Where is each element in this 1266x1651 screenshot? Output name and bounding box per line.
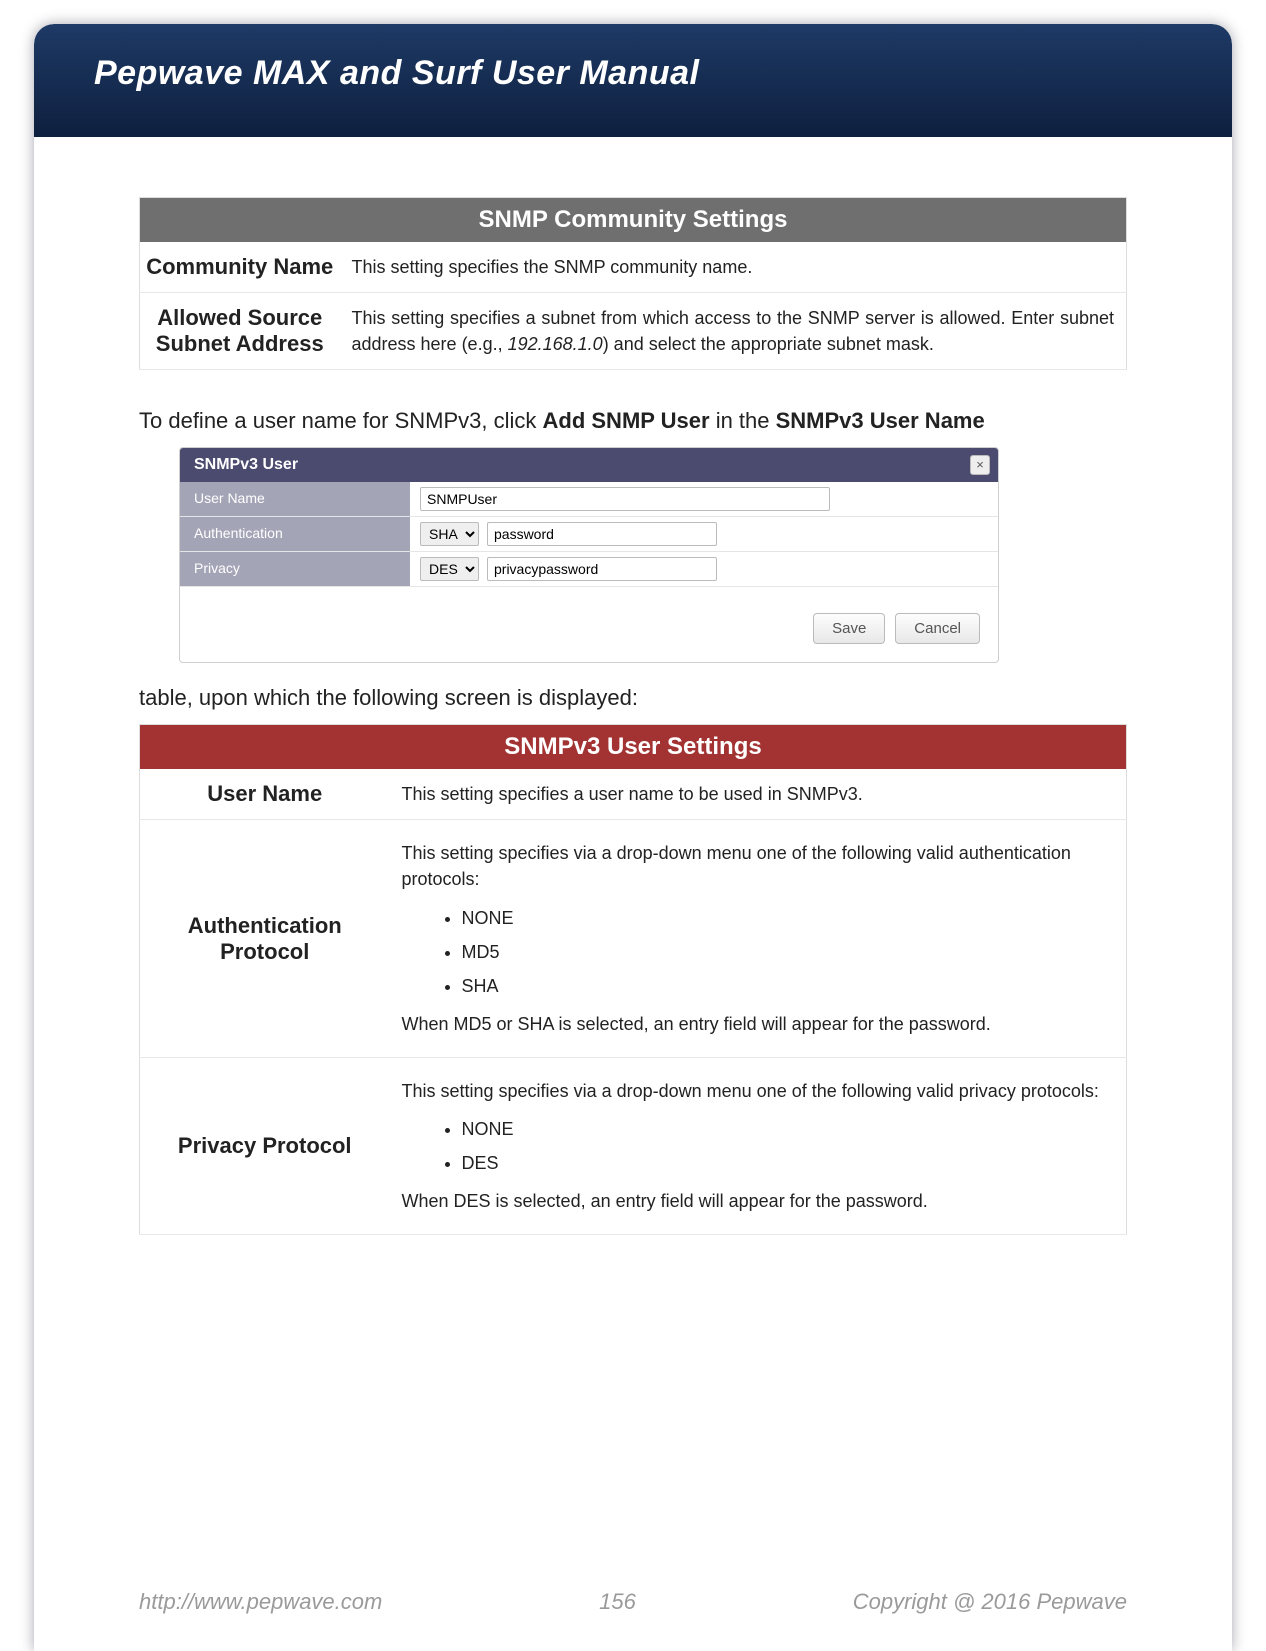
auth-protocol-desc: This setting specifies via a drop-down m… bbox=[390, 820, 1127, 1058]
dialog-row-authentication: Authentication SHA bbox=[180, 517, 998, 552]
page-header: Pepwave MAX and Surf User Manual bbox=[34, 24, 1232, 137]
privacy-note: When DES is selected, an entry field wil… bbox=[402, 1188, 1115, 1214]
table-row: Authentication Protocol This setting spe… bbox=[140, 820, 1127, 1058]
authentication-select[interactable]: SHA bbox=[420, 522, 479, 546]
list-item: NONE bbox=[462, 1112, 1115, 1146]
page-title: Pepwave MAX and Surf User Manual bbox=[94, 54, 1152, 93]
list-item: DES bbox=[462, 1146, 1115, 1180]
username-label: User Name bbox=[180, 482, 410, 516]
auth-note: When MD5 or SHA is selected, an entry fi… bbox=[402, 1011, 1115, 1037]
desc-example: 192.168.1.0 bbox=[508, 334, 603, 354]
privacy-password-input[interactable] bbox=[487, 557, 717, 581]
list-item: NONE bbox=[462, 901, 1115, 935]
dialog-button-row: Save Cancel bbox=[180, 587, 998, 652]
footer-page-number: 156 bbox=[599, 1589, 636, 1615]
user-name-desc: This setting specifies a user name to be… bbox=[390, 769, 1127, 820]
user-name-label: User Name bbox=[140, 769, 390, 820]
privacy-intro: This setting specifies via a drop-down m… bbox=[402, 1078, 1115, 1104]
allowed-source-desc: This setting specifies a subnet from whi… bbox=[340, 293, 1127, 370]
auth-intro: This setting specifies via a drop-down m… bbox=[402, 840, 1115, 892]
page-footer: http://www.pepwave.com 156 Copyright @ 2… bbox=[139, 1589, 1127, 1615]
dialog-row-username: User Name bbox=[180, 482, 998, 517]
list-item: MD5 bbox=[462, 935, 1115, 969]
authentication-label: Authentication bbox=[180, 517, 410, 551]
dialog-row-privacy: Privacy DES bbox=[180, 552, 998, 587]
footer-url: http://www.pepwave.com bbox=[139, 1589, 382, 1615]
dialog-titlebar: SNMPv3 User × bbox=[180, 448, 998, 482]
privacy-options-list: NONE DES bbox=[462, 1112, 1115, 1180]
auth-protocol-label: Authentication Protocol bbox=[140, 820, 390, 1058]
list-item: SHA bbox=[462, 969, 1115, 1003]
footer-copyright: Copyright @ 2016 Pepwave bbox=[853, 1589, 1127, 1615]
table-row: Community Name This setting specifies th… bbox=[140, 242, 1127, 293]
privacy-protocol-label: Privacy Protocol bbox=[140, 1057, 390, 1234]
snmp-community-settings-table: SNMP Community Settings Community Name T… bbox=[139, 197, 1127, 370]
snmpv3-user-dialog: SNMPv3 User × User Name Authentication S… bbox=[179, 447, 999, 663]
privacy-label: Privacy bbox=[180, 552, 410, 586]
username-input[interactable] bbox=[420, 487, 830, 511]
save-button[interactable]: Save bbox=[813, 613, 885, 644]
text: in the bbox=[710, 408, 776, 433]
table1-title: SNMP Community Settings bbox=[140, 198, 1127, 243]
desc-text: ) and select the appropriate subnet mask… bbox=[603, 334, 934, 354]
text-bold: Add SNMP User bbox=[543, 408, 710, 433]
table2-title: SNMPv3 User Settings bbox=[140, 725, 1127, 770]
text: To define a user name for SNMPv3, click bbox=[139, 408, 543, 433]
table-row: Allowed Source Subnet Address This setti… bbox=[140, 293, 1127, 370]
page-content: SNMP Community Settings Community Name T… bbox=[34, 137, 1232, 1235]
close-icon[interactable]: × bbox=[970, 455, 990, 475]
privacy-protocol-desc: This setting specifies via a drop-down m… bbox=[390, 1057, 1127, 1234]
cancel-button[interactable]: Cancel bbox=[895, 613, 980, 644]
table-row: Privacy Protocol This setting specifies … bbox=[140, 1057, 1127, 1234]
authentication-password-input[interactable] bbox=[487, 522, 717, 546]
table-row: User Name This setting specifies a user … bbox=[140, 769, 1127, 820]
intro-paragraph-2: table, upon which the following screen i… bbox=[139, 681, 1127, 714]
intro-paragraph-1: To define a user name for SNMPv3, click … bbox=[139, 404, 1127, 437]
auth-options-list: NONE MD5 SHA bbox=[462, 901, 1115, 1003]
dialog-title-text: SNMPv3 User bbox=[180, 448, 312, 482]
privacy-select[interactable]: DES bbox=[420, 557, 479, 581]
community-name-label: Community Name bbox=[140, 242, 340, 293]
snmpv3-user-settings-table: SNMPv3 User Settings User Name This sett… bbox=[139, 724, 1127, 1235]
page-frame: Pepwave MAX and Surf User Manual SNMP Co… bbox=[34, 24, 1232, 1651]
text-bold: SNMPv3 User Name bbox=[776, 408, 985, 433]
allowed-source-label: Allowed Source Subnet Address bbox=[140, 293, 340, 370]
community-name-desc: This setting specifies the SNMP communit… bbox=[340, 242, 1127, 293]
